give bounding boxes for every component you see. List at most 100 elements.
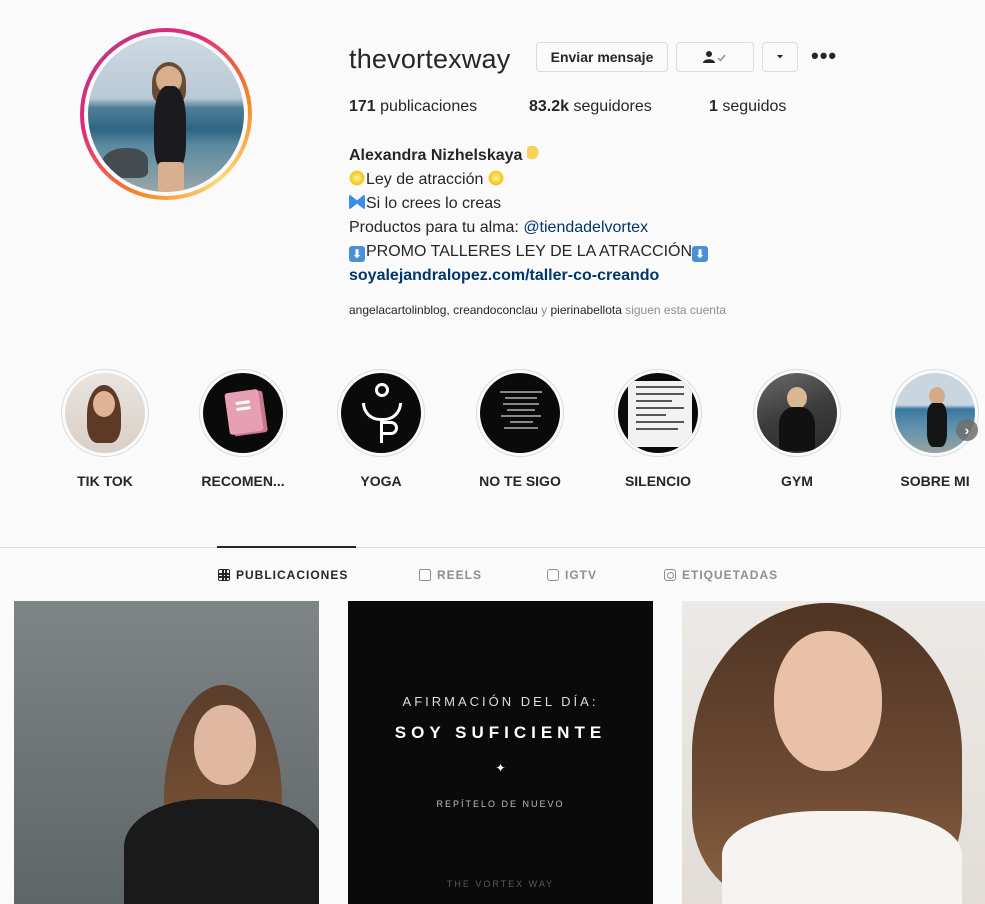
highlight-yoga[interactable]: YOGA — [331, 369, 431, 489]
following-count: 1 — [709, 98, 718, 115]
tab-etiquetadas[interactable]: ETIQUETADAS — [664, 568, 778, 582]
highlight-label: TIK TOK — [77, 473, 133, 489]
tab-igtv[interactable]: IGTV — [547, 568, 597, 582]
bio-line-4-text: PROMO TALLERES LEY DE LA ATRACCIÓN — [366, 243, 693, 260]
bio-line-2: Si lo crees lo creas — [349, 192, 709, 216]
highlight-no-te-sigo[interactable]: NO TE SIGO — [470, 369, 570, 489]
highlight-cover — [614, 369, 702, 457]
posts-count: 171 — [349, 98, 376, 115]
bio-line-1: Ley de atracción — [349, 168, 709, 192]
follower-user-1[interactable]: angelacartolinblog — [349, 303, 446, 317]
followers-count: 83.2k — [529, 98, 570, 115]
active-tab-indicator — [217, 546, 356, 548]
highlight-image — [618, 373, 698, 453]
highlight-image — [757, 373, 837, 453]
followed-by-suffix: siguen esta cuenta — [621, 303, 726, 317]
bio-website-link[interactable]: soyalejandralopez.com/taller-co-creando — [349, 267, 659, 284]
post-text-footer: THE VORTEX WAY — [446, 879, 555, 889]
tab-label: IGTV — [565, 568, 598, 582]
posts-label: publicaciones — [380, 98, 478, 115]
post-text-line: AFIRMACIÓN DEL DÍA: — [402, 694, 599, 709]
highlight-cover — [199, 369, 287, 457]
highlight-label: SOBRE MI — [900, 473, 970, 489]
bio-line-2-text: Si lo crees lo creas — [366, 195, 502, 212]
bio-line-3: Productos para tu alma: @tiendadelvortex — [349, 216, 709, 240]
highlight-image — [341, 373, 421, 453]
highlight-label: RECOMEN... — [201, 473, 285, 489]
person-check-icon — [703, 51, 726, 63]
followed-by-text[interactable]: angelacartolinblog, creandoconclau y pie… — [349, 303, 726, 317]
highlight-image — [895, 373, 975, 453]
post-text-headline: SOY SUFICIENTE — [394, 723, 607, 742]
sparkle-icon: ✦ — [495, 761, 506, 775]
post-thumbnail[interactable] — [682, 601, 985, 904]
bio-link-line: soyalejandralopez.com/taller-co-creando — [349, 264, 709, 288]
bio-full-name: Alexandra Nizhelskaya — [349, 147, 523, 164]
post-thumbnail[interactable] — [14, 601, 319, 904]
tab-publicaciones[interactable]: PUBLICACIONES — [218, 568, 348, 582]
chevron-down-icon — [777, 55, 783, 59]
avatar-legs — [158, 162, 184, 192]
post-text-line: REPÍTELO DE NUEVO — [436, 799, 565, 809]
chevron-right-icon[interactable]: › — [956, 419, 978, 441]
tab-label: PUBLICACIONES — [236, 568, 349, 582]
highlight-image — [203, 373, 283, 453]
highlight-label: NO TE SIGO — [479, 473, 561, 489]
follower-user-2[interactable]: creandoconclau — [453, 303, 538, 317]
tag-icon — [664, 569, 676, 581]
highlight-recomendaciones[interactable]: RECOMEN... — [193, 369, 293, 489]
post-thumbnail[interactable]: AFIRMACIÓN DEL DÍA: SOY SUFICIENTE ✦ REP… — [348, 601, 653, 904]
stat-posts: 171 publicaciones — [349, 98, 477, 116]
post-photo-face — [774, 631, 882, 771]
stat-following[interactable]: 1 seguidos — [709, 98, 786, 116]
highlight-image — [65, 373, 145, 453]
post-photo-shirt — [124, 799, 319, 904]
avatar-swimsuit — [154, 86, 186, 170]
highlight-tiktok[interactable]: TIK TOK — [55, 369, 155, 489]
profile-bio: Alexandra Nizhelskaya Ley de atracción S… — [349, 144, 709, 288]
paper-text-image — [628, 381, 692, 447]
profile-username: thevortexway — [349, 44, 511, 74]
bio-mention-link[interactable]: @tiendadelvortex — [523, 219, 648, 236]
moon-emoji-icon — [526, 146, 543, 162]
highlight-label: SILENCIO — [624, 473, 692, 489]
grid-icon — [218, 569, 230, 581]
post-photo-face — [194, 705, 256, 785]
tv-icon — [547, 569, 559, 581]
follower-user-3[interactable]: pierinabellota — [550, 303, 621, 317]
highlight-cover — [337, 369, 425, 457]
tabs-divider — [0, 547, 985, 548]
send-message-button[interactable]: Enviar mensaje — [536, 42, 668, 72]
bio-line-4: ⬇ PROMO TALLERES LEY DE LA ATRACCIÓN ⬇ — [349, 240, 709, 264]
followed-by-sep: y — [537, 303, 551, 317]
down-arrow-emoji-icon: ⬇ — [349, 246, 365, 262]
star-emoji-icon — [487, 170, 504, 186]
highlight-cover — [753, 369, 841, 457]
yoga-logo-icon — [362, 383, 402, 443]
following-button[interactable] — [676, 42, 754, 72]
bio-line-1-text: Ley de atracción — [366, 171, 484, 188]
butterfly-emoji-icon — [349, 194, 365, 210]
highlight-image — [480, 373, 560, 453]
followers-label: seguidores — [573, 98, 652, 115]
avatar-rock — [102, 148, 148, 178]
following-label: seguidos — [722, 98, 787, 115]
highlight-cover — [61, 369, 149, 457]
more-options-icon[interactable]: ••• — [811, 45, 837, 67]
suggested-dropdown-button[interactable] — [762, 42, 798, 72]
text-lines-image — [498, 387, 544, 433]
highlight-gym[interactable]: GYM — [747, 369, 847, 489]
tab-reels[interactable]: REELS — [419, 568, 482, 582]
reels-icon — [419, 569, 431, 581]
highlight-label: YOGA — [360, 473, 402, 489]
avatar-photo — [88, 36, 244, 192]
post-photo-shirt — [722, 811, 962, 904]
book-icon — [224, 388, 264, 436]
highlight-label: GYM — [781, 473, 813, 489]
down-arrow-emoji-icon: ⬇ — [692, 246, 709, 262]
avatar-frame — [84, 32, 248, 196]
profile-avatar[interactable] — [80, 28, 252, 200]
highlight-cover — [891, 369, 979, 457]
highlight-silencio[interactable]: SILENCIO — [608, 369, 708, 489]
stat-followers[interactable]: 83.2k seguidores — [529, 98, 652, 116]
